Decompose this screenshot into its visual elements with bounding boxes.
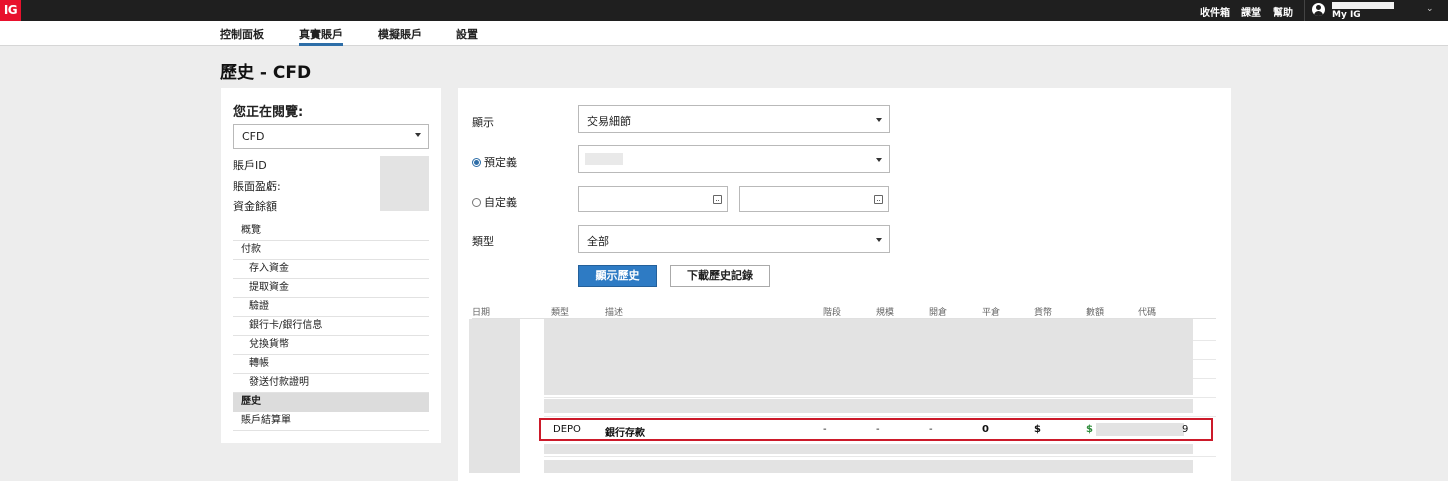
header-code[interactable]: 代碼 bbox=[1138, 305, 1156, 318]
header-stage[interactable]: 階段 bbox=[823, 305, 841, 318]
caret-down-icon bbox=[876, 238, 882, 242]
row-divider bbox=[544, 456, 1216, 457]
sidebar-item-bank-card[interactable]: 銀行卡/銀行信息 bbox=[233, 317, 429, 336]
predefined-option[interactable]: 預定義 bbox=[472, 154, 517, 170]
top-bar: IG 收件箱 課堂 幫助 My IG ⌄ bbox=[0, 0, 1448, 21]
row-divider bbox=[544, 397, 1216, 398]
cell-close: 0 bbox=[982, 424, 989, 435]
caret-down-icon bbox=[876, 158, 882, 162]
sidebar-item-verify[interactable]: 驗證 bbox=[233, 298, 429, 317]
redacted-dates bbox=[469, 319, 520, 473]
header-size[interactable]: 規模 bbox=[876, 305, 894, 318]
type-select-value: 全部 bbox=[587, 235, 609, 248]
cell-amount: $ bbox=[1086, 424, 1093, 435]
sidebar-item-deposit[interactable]: 存入資金 bbox=[233, 260, 429, 279]
cell-stage: - bbox=[823, 424, 827, 435]
row-divider bbox=[544, 416, 1216, 417]
download-history-button[interactable]: 下載歷史記錄 bbox=[670, 265, 770, 287]
sidebar-item-payment-proof[interactable]: 發送付款證明 bbox=[233, 374, 429, 393]
cell-size: - bbox=[876, 424, 880, 435]
academy-link[interactable]: 課堂 bbox=[1241, 4, 1261, 19]
account-id-label: 賬戶ID bbox=[233, 159, 267, 172]
cell-code: 9 bbox=[1182, 424, 1189, 435]
redacted-range-value bbox=[585, 153, 623, 165]
inbox-link[interactable]: 收件箱 bbox=[1200, 4, 1230, 19]
nav-live-account[interactable]: 真實賬戶 bbox=[299, 26, 343, 46]
caret-down-icon bbox=[876, 118, 882, 122]
nav-settings[interactable]: 設置 bbox=[456, 26, 478, 42]
header-open[interactable]: 開倉 bbox=[929, 305, 947, 318]
radio-unchecked-icon[interactable] bbox=[472, 198, 481, 207]
show-select[interactable]: 交易細節 bbox=[578, 105, 890, 133]
redacted-row bbox=[544, 444, 1193, 454]
radio-checked-icon[interactable] bbox=[472, 158, 481, 167]
account-sidebar: 您正在閱覽: CFD 賬戶ID 賬面盈虧: 資金餘額 概覽 付款 存入資金 提取… bbox=[221, 88, 441, 443]
sidebar-item-overview[interactable]: 概覽 bbox=[233, 222, 429, 241]
chevron-down-icon[interactable]: ⌄ bbox=[1426, 4, 1434, 14]
page-title: 歷史 - CFD bbox=[220, 63, 312, 83]
viewing-heading: 您正在閱覽: bbox=[233, 105, 304, 120]
table-row-highlighted[interactable]: DEPO 銀行存款 - - - 0 $ $ 9 bbox=[539, 418, 1213, 441]
history-panel: 顯示 交易細節 預定義 自定義 類型 全部 顯示歷史 下載歷史記錄 日期 類型 … bbox=[458, 88, 1231, 481]
my-ig-menu[interactable]: My IG bbox=[1332, 10, 1361, 20]
calendar-icon[interactable] bbox=[874, 195, 883, 204]
sidebar-item-currency-exchange[interactable]: 兌換貨幣 bbox=[233, 336, 429, 355]
header-type[interactable]: 類型 bbox=[551, 305, 569, 318]
nav-dashboard[interactable]: 控制面板 bbox=[220, 26, 264, 42]
redacted-row bbox=[544, 399, 1193, 413]
redacted-amount bbox=[1096, 423, 1184, 436]
user-icon[interactable] bbox=[1312, 3, 1325, 16]
redacted-username bbox=[1332, 2, 1394, 9]
show-label: 顯示 bbox=[472, 116, 494, 129]
main-nav: 控制面板 真實賬戶 模擬賬戶 設置 bbox=[0, 21, 1448, 46]
custom-label: 自定義 bbox=[484, 196, 517, 209]
calendar-icon[interactable] bbox=[713, 195, 722, 204]
predefined-label: 預定義 bbox=[484, 156, 517, 169]
sidebar-item-statements[interactable]: 賬戶結算單 bbox=[233, 412, 429, 431]
cell-open: - bbox=[929, 424, 933, 435]
redacted-rows bbox=[544, 319, 1193, 395]
show-history-button[interactable]: 顯示歷史 bbox=[578, 265, 657, 287]
balance-label: 資金餘額 bbox=[233, 200, 277, 213]
header-close[interactable]: 平倉 bbox=[982, 305, 1000, 318]
cell-type: DEPO bbox=[553, 424, 581, 435]
custom-option[interactable]: 自定義 bbox=[472, 194, 517, 210]
help-link[interactable]: 幫助 bbox=[1273, 4, 1293, 19]
ig-logo[interactable]: IG bbox=[0, 0, 21, 21]
cell-currency: $ bbox=[1034, 424, 1041, 435]
sidebar-item-transfer[interactable]: 轉帳 bbox=[233, 355, 429, 374]
header-currency[interactable]: 貨幣 bbox=[1034, 305, 1052, 318]
sidebar-item-withdraw[interactable]: 提取資金 bbox=[233, 279, 429, 298]
predefined-range-select[interactable] bbox=[578, 145, 890, 173]
header-description[interactable]: 描述 bbox=[605, 305, 623, 318]
type-select[interactable]: 全部 bbox=[578, 225, 890, 253]
show-select-value: 交易細節 bbox=[587, 115, 631, 128]
pnl-label: 賬面盈虧: bbox=[233, 180, 281, 193]
sidebar-menu: 概覽 付款 存入資金 提取資金 驗證 銀行卡/銀行信息 兌換貨幣 轉帳 發送付款… bbox=[233, 222, 429, 431]
end-date-input[interactable] bbox=[739, 186, 889, 212]
account-select[interactable]: CFD bbox=[233, 124, 429, 149]
cell-description: 銀行存款 bbox=[605, 428, 645, 439]
redacted-row bbox=[544, 460, 1193, 473]
start-date-input[interactable] bbox=[578, 186, 728, 212]
sidebar-item-payments[interactable]: 付款 bbox=[233, 241, 429, 260]
type-label: 類型 bbox=[472, 235, 494, 248]
sidebar-item-history[interactable]: 歷史 bbox=[233, 393, 429, 412]
topbar-divider bbox=[1304, 0, 1305, 21]
caret-down-icon bbox=[415, 133, 421, 137]
header-amount[interactable]: 數額 bbox=[1086, 305, 1104, 318]
account-select-value: CFD bbox=[242, 130, 265, 143]
header-date[interactable]: 日期 bbox=[472, 305, 490, 318]
nav-demo-account[interactable]: 模擬賬戶 bbox=[378, 26, 422, 42]
redacted-account-info bbox=[380, 156, 429, 211]
